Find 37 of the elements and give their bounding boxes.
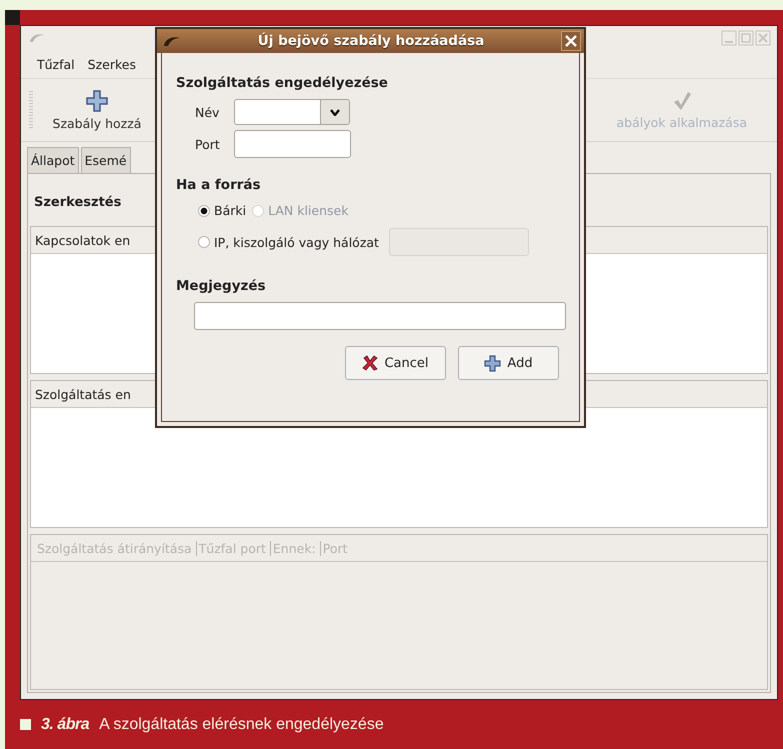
menu-item[interactable]: Tűzfal: [37, 56, 75, 72]
column-header[interactable]: Kapcsolatok en: [35, 232, 130, 248]
toolbar-grip[interactable]: [29, 91, 33, 129]
plus-icon: [484, 354, 502, 372]
plus-icon: [86, 90, 108, 112]
field-label: Port: [195, 136, 221, 152]
field-label: Név: [195, 104, 220, 120]
section-heading: Megjegyzés: [176, 278, 267, 294]
close-button[interactable]: [561, 31, 581, 51]
tab[interactable]: Állapot: [27, 147, 79, 173]
tab[interactable]: Esemé: [80, 147, 131, 173]
column-header[interactable]: Szolgáltatás en: [35, 386, 131, 402]
section-heading: Ha a forrás: [176, 177, 262, 193]
section-label: Szerkesztés: [34, 194, 122, 210]
comment-field[interactable]: [194, 302, 566, 330]
close-icon[interactable]: [755, 30, 771, 46]
port-field[interactable]: [234, 130, 351, 158]
add-rule-button[interactable]: Szabály hozzá: [47, 79, 147, 141]
menu-item[interactable]: Szerkes: [88, 56, 136, 72]
maximize-icon[interactable]: [738, 30, 754, 46]
wing-icon: [163, 36, 181, 46]
wing-icon: [29, 33, 45, 43]
cancel-button[interactable]: Cancel: [345, 346, 446, 380]
corner-mark: [5, 10, 20, 25]
section-heading: Szolgáltatás engedélyezése: [176, 75, 389, 91]
add-button[interactable]: Add: [458, 346, 559, 380]
name-combo[interactable]: [234, 99, 350, 125]
figure-label: 3. ábra: [41, 716, 90, 734]
close-icon: [564, 34, 578, 48]
cross-icon: [362, 355, 378, 371]
caption-marker: [20, 719, 31, 730]
minimize-icon[interactable]: [721, 30, 737, 46]
radio-option[interactable]: Bárki: [198, 203, 246, 218]
figure-caption: A szolgáltatás elérésnek engedélyezése: [99, 716, 384, 734]
checkmark-icon: [672, 90, 692, 110]
dialog-title: Új bejövő szabály hozzáadása: [256, 33, 486, 49]
radio-option[interactable]: IP, kiszolgáló vagy hálózat: [198, 234, 379, 250]
